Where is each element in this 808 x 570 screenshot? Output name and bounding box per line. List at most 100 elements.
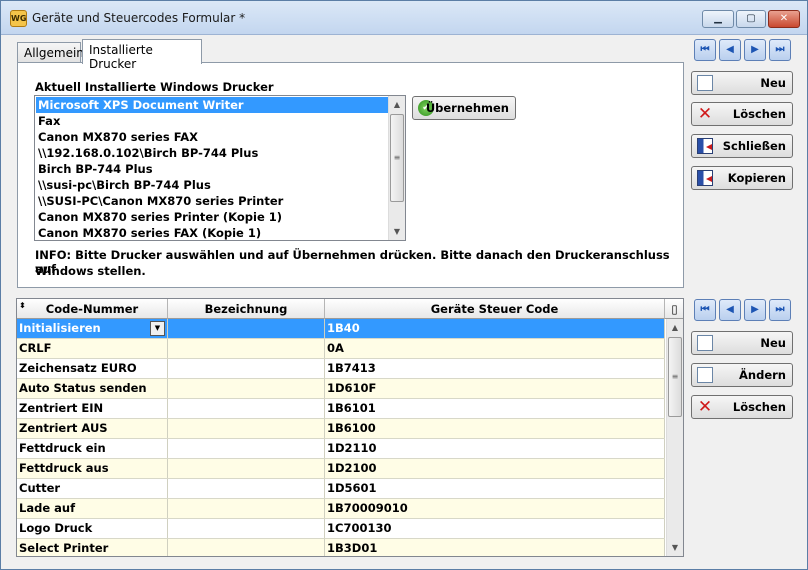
grid-nav-first-button[interactable]: ⏮ xyxy=(694,299,716,321)
nav-first-button[interactable]: ⏮ xyxy=(694,39,716,61)
table-cell[interactable]: Logo Druck xyxy=(17,519,168,538)
table-cell[interactable]: Fettdruck ein xyxy=(17,439,168,458)
edit-code-button-label: Ändern xyxy=(739,368,786,382)
info-text-line-2: Windows stellen. xyxy=(35,264,146,278)
table-row[interactable]: Initialisieren ▼ 1B40 xyxy=(17,319,665,339)
table-cell[interactable] xyxy=(168,359,325,378)
table-cell[interactable]: 1C700130 xyxy=(325,519,665,538)
column-header-code[interactable]: ⬍ Code-Nummer xyxy=(17,299,168,319)
new-printer-button[interactable]: Neu xyxy=(691,71,793,95)
nav-last-button[interactable]: ⏭ xyxy=(769,39,791,61)
table-cell[interactable] xyxy=(168,419,325,438)
table-cell[interactable]: Initialisieren ▼ xyxy=(17,319,168,338)
column-header-bezeichnung[interactable]: Bezeichnung xyxy=(168,299,325,319)
table-cell[interactable]: Lade auf xyxy=(17,499,168,518)
maximize-button[interactable]: ▢ xyxy=(736,10,766,28)
printer-listbox[interactable]: Microsoft XPS Document Writer Fax Canon … xyxy=(34,95,406,241)
table-cell[interactable]: 1D2100 xyxy=(325,459,665,478)
table-cell[interactable]: 0A xyxy=(325,339,665,358)
list-item[interactable]: Birch BP-744 Plus xyxy=(36,161,389,177)
close-form-button[interactable]: Schließen xyxy=(691,134,793,158)
nav-previous-button[interactable]: ◀ xyxy=(719,39,741,61)
table-row[interactable]: CRLF 0A xyxy=(17,339,665,359)
list-item[interactable]: Canon MX870 series FAX (Kopie 1) xyxy=(36,225,389,240)
table-cell[interactable]: 1B6101 xyxy=(325,399,665,418)
table-cell[interactable]: 1B40 xyxy=(325,319,665,338)
table-cell[interactable]: Select Printer xyxy=(17,539,168,556)
table-cell[interactable]: Zentriert EIN xyxy=(17,399,168,418)
table-cell[interactable]: 1B7413 xyxy=(325,359,665,378)
printer-list-scrollbar[interactable]: ▲ ≡ ▼ xyxy=(388,96,405,240)
list-item[interactable]: \\192.168.0.102\Birch BP-744 Plus xyxy=(36,145,389,161)
scroll-up-icon[interactable]: ▲ xyxy=(667,319,683,336)
table-row[interactable]: Zeichensatz EURO 1B7413 xyxy=(17,359,665,379)
list-item[interactable]: \\susi-pc\Birch BP-744 Plus xyxy=(36,177,389,193)
grid-nav-last-button[interactable]: ⏭ xyxy=(769,299,791,321)
table-row[interactable]: Select Printer 1B3D01 xyxy=(17,539,665,556)
table-cell[interactable]: 1D2110 xyxy=(325,439,665,458)
table-cell[interactable] xyxy=(168,539,325,556)
scroll-up-icon[interactable]: ▲ xyxy=(389,96,405,113)
close-button[interactable]: ✕ xyxy=(768,10,800,28)
table-row[interactable]: Auto Status senden 1D610F xyxy=(17,379,665,399)
table-cell[interactable] xyxy=(168,399,325,418)
table-cell[interactable]: Cutter xyxy=(17,479,168,498)
scroll-down-icon[interactable]: ▼ xyxy=(389,223,405,240)
table-cell[interactable]: CRLF xyxy=(17,339,168,358)
app-logo-icon: WG xyxy=(10,10,27,27)
table-cell[interactable] xyxy=(168,379,325,398)
nav-next-button[interactable]: ▶ xyxy=(744,39,766,61)
list-item[interactable]: Canon MX870 series FAX xyxy=(36,129,389,145)
table-row[interactable]: Fettdruck ein 1D2110 xyxy=(17,439,665,459)
table-cell[interactable]: Zeichensatz EURO xyxy=(17,359,168,378)
copy-button[interactable]: Kopieren xyxy=(691,166,793,190)
column-chooser-icon[interactable]: ▯ xyxy=(665,299,683,319)
column-header-code-label: Code-Nummer xyxy=(45,302,139,316)
table-cell[interactable] xyxy=(168,319,325,338)
table-cell[interactable]: 1B70009010 xyxy=(325,499,665,518)
table-cell[interactable] xyxy=(168,459,325,478)
delete-code-button[interactable]: ✕ Löschen xyxy=(691,395,793,419)
table-cell[interactable]: 1D610F xyxy=(325,379,665,398)
table-cell[interactable] xyxy=(168,339,325,358)
table-row[interactable]: Zentriert AUS 1B6100 xyxy=(17,419,665,439)
edit-code-button[interactable]: Ändern xyxy=(691,363,793,387)
list-item[interactable]: Microsoft XPS Document Writer xyxy=(36,97,389,113)
table-cell[interactable]: Fettdruck aus xyxy=(17,459,168,478)
table-cell[interactable] xyxy=(168,499,325,518)
dropdown-arrow-icon[interactable]: ▼ xyxy=(150,321,165,336)
new-code-button[interactable]: Neu xyxy=(691,331,793,355)
table-cell[interactable] xyxy=(168,439,325,458)
table-row[interactable]: Zentriert EIN 1B6101 xyxy=(17,399,665,419)
grid-nav-previous-button[interactable]: ◀ xyxy=(719,299,741,321)
control-code-grid[interactable]: ⬍ Code-Nummer Bezeichnung Geräte Steuer … xyxy=(16,298,684,557)
list-item[interactable]: \\SUSI-PC\Canon MX870 series Printer xyxy=(36,193,389,209)
table-cell[interactable] xyxy=(168,479,325,498)
sort-icon[interactable]: ⬍ xyxy=(19,299,26,316)
table-cell[interactable]: 1B3D01 xyxy=(325,539,665,556)
scrollbar-thumb[interactable]: ≡ xyxy=(390,114,404,202)
scroll-down-icon[interactable]: ▼ xyxy=(667,539,683,556)
table-row[interactable]: Lade auf 1B70009010 xyxy=(17,499,665,519)
table-cell[interactable]: 1B6100 xyxy=(325,419,665,438)
table-cell[interactable]: Zentriert AUS xyxy=(17,419,168,438)
table-cell[interactable]: 1D5601 xyxy=(325,479,665,498)
title-bar: WG Geräte und Steuercodes Formular * ▁ ▢… xyxy=(1,1,807,35)
tab-allgemein[interactable]: Allgemein xyxy=(17,42,84,63)
apply-button[interactable]: ✔ Übernehmen xyxy=(412,96,516,120)
delete-printer-button[interactable]: ✕ Löschen xyxy=(691,102,793,126)
table-cell[interactable] xyxy=(168,519,325,538)
tab-installierte-drucker[interactable]: Installierte Drucker xyxy=(82,39,202,71)
table-row[interactable]: Logo Druck 1C700130 xyxy=(17,519,665,539)
delete-button-label: Löschen xyxy=(732,107,786,121)
scrollbar-thumb[interactable]: ≡ xyxy=(668,337,682,417)
table-row[interactable]: Cutter 1D5601 xyxy=(17,479,665,499)
column-header-steuercode[interactable]: Geräte Steuer Code xyxy=(325,299,665,319)
grid-nav-next-button[interactable]: ▶ xyxy=(744,299,766,321)
table-cell[interactable]: Auto Status senden xyxy=(17,379,168,398)
list-item[interactable]: Canon MX870 series Printer (Kopie 1) xyxy=(36,209,389,225)
table-row[interactable]: Fettdruck aus 1D2100 xyxy=(17,459,665,479)
list-item[interactable]: Fax xyxy=(36,113,389,129)
minimize-button[interactable]: ▁ xyxy=(702,10,734,28)
grid-scrollbar[interactable]: ▲ ≡ ▼ xyxy=(666,319,683,556)
